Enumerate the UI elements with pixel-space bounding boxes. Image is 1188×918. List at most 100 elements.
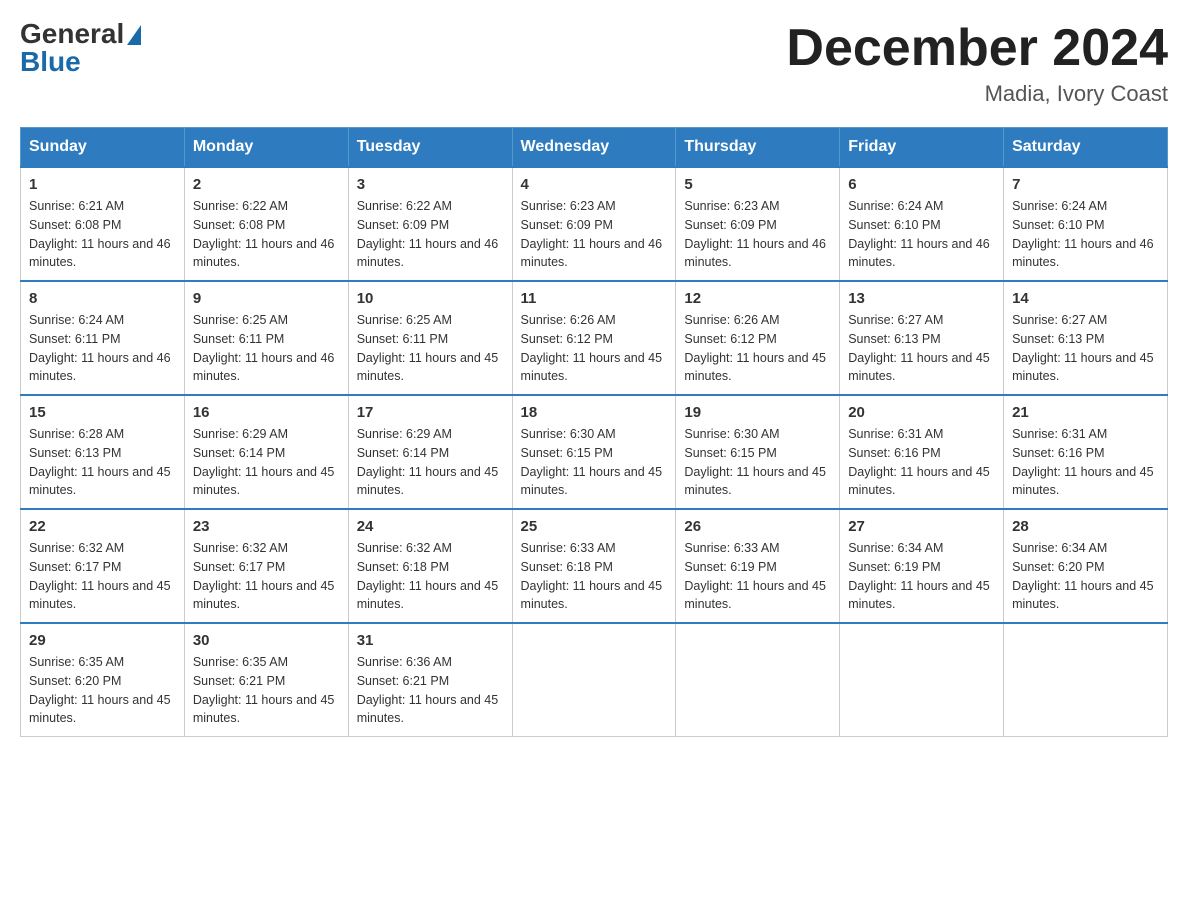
- table-row: 20 Sunrise: 6:31 AM Sunset: 6:16 PM Dayl…: [840, 395, 1004, 509]
- day-info: Sunrise: 6:25 AM Sunset: 6:11 PM Dayligh…: [357, 311, 504, 386]
- day-number: 15: [29, 404, 176, 421]
- day-info: Sunrise: 6:33 AM Sunset: 6:18 PM Dayligh…: [521, 539, 668, 614]
- logo-blue-text: Blue: [20, 48, 81, 76]
- header-monday: Monday: [184, 128, 348, 168]
- table-row: 2 Sunrise: 6:22 AM Sunset: 6:08 PM Dayli…: [184, 167, 348, 281]
- day-info: Sunrise: 6:32 AM Sunset: 6:18 PM Dayligh…: [357, 539, 504, 614]
- table-row: 21 Sunrise: 6:31 AM Sunset: 6:16 PM Dayl…: [1004, 395, 1168, 509]
- table-row: 27 Sunrise: 6:34 AM Sunset: 6:19 PM Dayl…: [840, 509, 1004, 623]
- day-number: 27: [848, 518, 995, 535]
- page-header: General Blue December 2024 Madia, Ivory …: [20, 20, 1168, 107]
- table-row: 30 Sunrise: 6:35 AM Sunset: 6:21 PM Dayl…: [184, 623, 348, 737]
- day-info: Sunrise: 6:35 AM Sunset: 6:20 PM Dayligh…: [29, 653, 176, 728]
- day-info: Sunrise: 6:34 AM Sunset: 6:19 PM Dayligh…: [848, 539, 995, 614]
- day-number: 30: [193, 632, 340, 649]
- day-number: 22: [29, 518, 176, 535]
- table-row: 22 Sunrise: 6:32 AM Sunset: 6:17 PM Dayl…: [21, 509, 185, 623]
- calendar-week-row: 22 Sunrise: 6:32 AM Sunset: 6:17 PM Dayl…: [21, 509, 1168, 623]
- logo-general-text: General: [20, 20, 124, 48]
- day-info: Sunrise: 6:30 AM Sunset: 6:15 PM Dayligh…: [684, 425, 831, 500]
- table-row: 13 Sunrise: 6:27 AM Sunset: 6:13 PM Dayl…: [840, 281, 1004, 395]
- day-number: 24: [357, 518, 504, 535]
- header-saturday: Saturday: [1004, 128, 1168, 168]
- day-number: 16: [193, 404, 340, 421]
- day-number: 20: [848, 404, 995, 421]
- day-info: Sunrise: 6:34 AM Sunset: 6:20 PM Dayligh…: [1012, 539, 1159, 614]
- month-title: December 2024: [786, 20, 1168, 77]
- day-info: Sunrise: 6:32 AM Sunset: 6:17 PM Dayligh…: [193, 539, 340, 614]
- day-number: 14: [1012, 290, 1159, 307]
- table-row: 28 Sunrise: 6:34 AM Sunset: 6:20 PM Dayl…: [1004, 509, 1168, 623]
- header-friday: Friday: [840, 128, 1004, 168]
- day-info: Sunrise: 6:22 AM Sunset: 6:08 PM Dayligh…: [193, 197, 340, 272]
- day-number: 19: [684, 404, 831, 421]
- table-row: 7 Sunrise: 6:24 AM Sunset: 6:10 PM Dayli…: [1004, 167, 1168, 281]
- header-sunday: Sunday: [21, 128, 185, 168]
- day-number: 31: [357, 632, 504, 649]
- day-number: 6: [848, 176, 995, 193]
- table-row: 14 Sunrise: 6:27 AM Sunset: 6:13 PM Dayl…: [1004, 281, 1168, 395]
- table-row: 12 Sunrise: 6:26 AM Sunset: 6:12 PM Dayl…: [676, 281, 840, 395]
- day-number: 28: [1012, 518, 1159, 535]
- day-info: Sunrise: 6:24 AM Sunset: 6:10 PM Dayligh…: [1012, 197, 1159, 272]
- logo: General Blue: [20, 20, 141, 76]
- table-row: 6 Sunrise: 6:24 AM Sunset: 6:10 PM Dayli…: [840, 167, 1004, 281]
- day-number: 26: [684, 518, 831, 535]
- day-number: 3: [357, 176, 504, 193]
- calendar-week-row: 8 Sunrise: 6:24 AM Sunset: 6:11 PM Dayli…: [21, 281, 1168, 395]
- calendar-header-row: Sunday Monday Tuesday Wednesday Thursday…: [21, 128, 1168, 168]
- day-info: Sunrise: 6:36 AM Sunset: 6:21 PM Dayligh…: [357, 653, 504, 728]
- header-wednesday: Wednesday: [512, 128, 676, 168]
- day-number: 25: [521, 518, 668, 535]
- day-number: 12: [684, 290, 831, 307]
- table-row: [512, 623, 676, 737]
- day-info: Sunrise: 6:31 AM Sunset: 6:16 PM Dayligh…: [1012, 425, 1159, 500]
- calendar-week-row: 29 Sunrise: 6:35 AM Sunset: 6:20 PM Dayl…: [21, 623, 1168, 737]
- day-info: Sunrise: 6:25 AM Sunset: 6:11 PM Dayligh…: [193, 311, 340, 386]
- day-info: Sunrise: 6:21 AM Sunset: 6:08 PM Dayligh…: [29, 197, 176, 272]
- day-number: 23: [193, 518, 340, 535]
- day-number: 5: [684, 176, 831, 193]
- table-row: 16 Sunrise: 6:29 AM Sunset: 6:14 PM Dayl…: [184, 395, 348, 509]
- day-number: 18: [521, 404, 668, 421]
- table-row: 8 Sunrise: 6:24 AM Sunset: 6:11 PM Dayli…: [21, 281, 185, 395]
- day-number: 8: [29, 290, 176, 307]
- table-row: 29 Sunrise: 6:35 AM Sunset: 6:20 PM Dayl…: [21, 623, 185, 737]
- day-info: Sunrise: 6:29 AM Sunset: 6:14 PM Dayligh…: [193, 425, 340, 500]
- calendar-table: Sunday Monday Tuesday Wednesday Thursday…: [20, 127, 1168, 737]
- day-number: 9: [193, 290, 340, 307]
- header-tuesday: Tuesday: [348, 128, 512, 168]
- title-block: December 2024 Madia, Ivory Coast: [786, 20, 1168, 107]
- day-number: 1: [29, 176, 176, 193]
- table-row: 3 Sunrise: 6:22 AM Sunset: 6:09 PM Dayli…: [348, 167, 512, 281]
- day-info: Sunrise: 6:28 AM Sunset: 6:13 PM Dayligh…: [29, 425, 176, 500]
- table-row: 24 Sunrise: 6:32 AM Sunset: 6:18 PM Dayl…: [348, 509, 512, 623]
- day-number: 10: [357, 290, 504, 307]
- day-info: Sunrise: 6:24 AM Sunset: 6:11 PM Dayligh…: [29, 311, 176, 386]
- table-row: 10 Sunrise: 6:25 AM Sunset: 6:11 PM Dayl…: [348, 281, 512, 395]
- day-info: Sunrise: 6:29 AM Sunset: 6:14 PM Dayligh…: [357, 425, 504, 500]
- day-info: Sunrise: 6:31 AM Sunset: 6:16 PM Dayligh…: [848, 425, 995, 500]
- day-info: Sunrise: 6:26 AM Sunset: 6:12 PM Dayligh…: [684, 311, 831, 386]
- header-thursday: Thursday: [676, 128, 840, 168]
- day-info: Sunrise: 6:33 AM Sunset: 6:19 PM Dayligh…: [684, 539, 831, 614]
- day-info: Sunrise: 6:23 AM Sunset: 6:09 PM Dayligh…: [684, 197, 831, 272]
- day-number: 13: [848, 290, 995, 307]
- table-row: 31 Sunrise: 6:36 AM Sunset: 6:21 PM Dayl…: [348, 623, 512, 737]
- table-row: [676, 623, 840, 737]
- calendar-week-row: 15 Sunrise: 6:28 AM Sunset: 6:13 PM Dayl…: [21, 395, 1168, 509]
- day-number: 2: [193, 176, 340, 193]
- table-row: 25 Sunrise: 6:33 AM Sunset: 6:18 PM Dayl…: [512, 509, 676, 623]
- day-info: Sunrise: 6:30 AM Sunset: 6:15 PM Dayligh…: [521, 425, 668, 500]
- day-info: Sunrise: 6:23 AM Sunset: 6:09 PM Dayligh…: [521, 197, 668, 272]
- day-number: 4: [521, 176, 668, 193]
- table-row: 5 Sunrise: 6:23 AM Sunset: 6:09 PM Dayli…: [676, 167, 840, 281]
- day-info: Sunrise: 6:22 AM Sunset: 6:09 PM Dayligh…: [357, 197, 504, 272]
- calendar-week-row: 1 Sunrise: 6:21 AM Sunset: 6:08 PM Dayli…: [21, 167, 1168, 281]
- table-row: 9 Sunrise: 6:25 AM Sunset: 6:11 PM Dayli…: [184, 281, 348, 395]
- location: Madia, Ivory Coast: [786, 81, 1168, 107]
- day-info: Sunrise: 6:32 AM Sunset: 6:17 PM Dayligh…: [29, 539, 176, 614]
- table-row: 18 Sunrise: 6:30 AM Sunset: 6:15 PM Dayl…: [512, 395, 676, 509]
- table-row: 19 Sunrise: 6:30 AM Sunset: 6:15 PM Dayl…: [676, 395, 840, 509]
- day-info: Sunrise: 6:27 AM Sunset: 6:13 PM Dayligh…: [848, 311, 995, 386]
